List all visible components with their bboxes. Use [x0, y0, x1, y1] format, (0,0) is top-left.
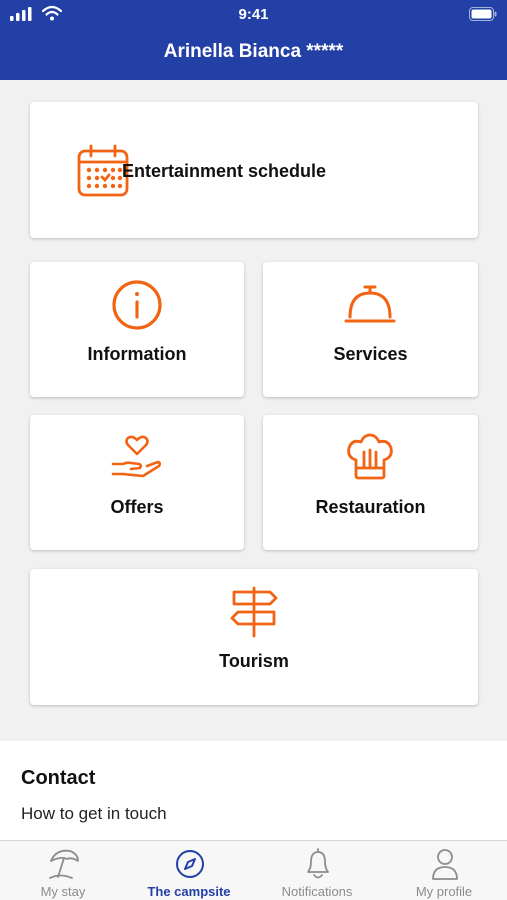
info-icon: [112, 280, 162, 330]
tab-my-profile-label: My profile: [415, 884, 473, 899]
tab-my-profile[interactable]: My profile: [381, 841, 507, 900]
battery-icon: [469, 7, 497, 21]
services-label: Services: [333, 344, 408, 364]
services-card[interactable]: Services: [263, 262, 478, 397]
restauration-label: Restauration: [315, 497, 426, 517]
app-header: Arinella Bianca *****: [0, 28, 507, 80]
service-bell-icon: [344, 285, 396, 323]
tab-the-campsite-label: The campsite: [147, 884, 231, 899]
offers-card[interactable]: Offers: [30, 415, 244, 550]
tourism-card[interactable]: Tourism: [30, 569, 478, 705]
chef-hat-icon: [347, 433, 393, 480]
tab-my-stay-label: My stay: [40, 884, 86, 899]
restauration-card[interactable]: Restauration: [263, 415, 478, 550]
information-card[interactable]: Information: [30, 262, 244, 397]
contact-subtitle: How to get in touch: [21, 804, 167, 823]
user-icon: [432, 849, 458, 880]
entertainment-schedule-label: Entertainment schedule: [122, 161, 327, 181]
tab-bar: My stay The campsite Notifications My pr…: [0, 840, 507, 900]
offers-label: Offers: [110, 497, 164, 517]
heart-hand-icon: [111, 435, 162, 478]
compass-icon: [176, 850, 204, 878]
page-title: Arinella Bianca *****: [163, 41, 344, 62]
tourism-label: Tourism: [219, 651, 289, 671]
contact-section[interactable]: Contact How to get in touch: [0, 741, 507, 840]
tab-the-campsite[interactable]: The campsite: [126, 841, 252, 900]
bell-icon: [307, 848, 329, 879]
tab-my-stay[interactable]: My stay: [0, 841, 126, 900]
status-bar: 9:41: [0, 0, 507, 28]
tab-notifications[interactable]: Notifications: [254, 841, 380, 900]
information-label: Information: [87, 344, 187, 364]
tab-notifications-label: Notifications: [281, 884, 353, 899]
beach-umbrella-icon: [49, 849, 79, 879]
status-time: 9:41: [238, 6, 269, 23]
signpost-icon: [230, 586, 278, 638]
contact-heading: Contact: [21, 767, 96, 789]
entertainment-schedule-card[interactable]: Entertainment schedule: [30, 102, 478, 238]
